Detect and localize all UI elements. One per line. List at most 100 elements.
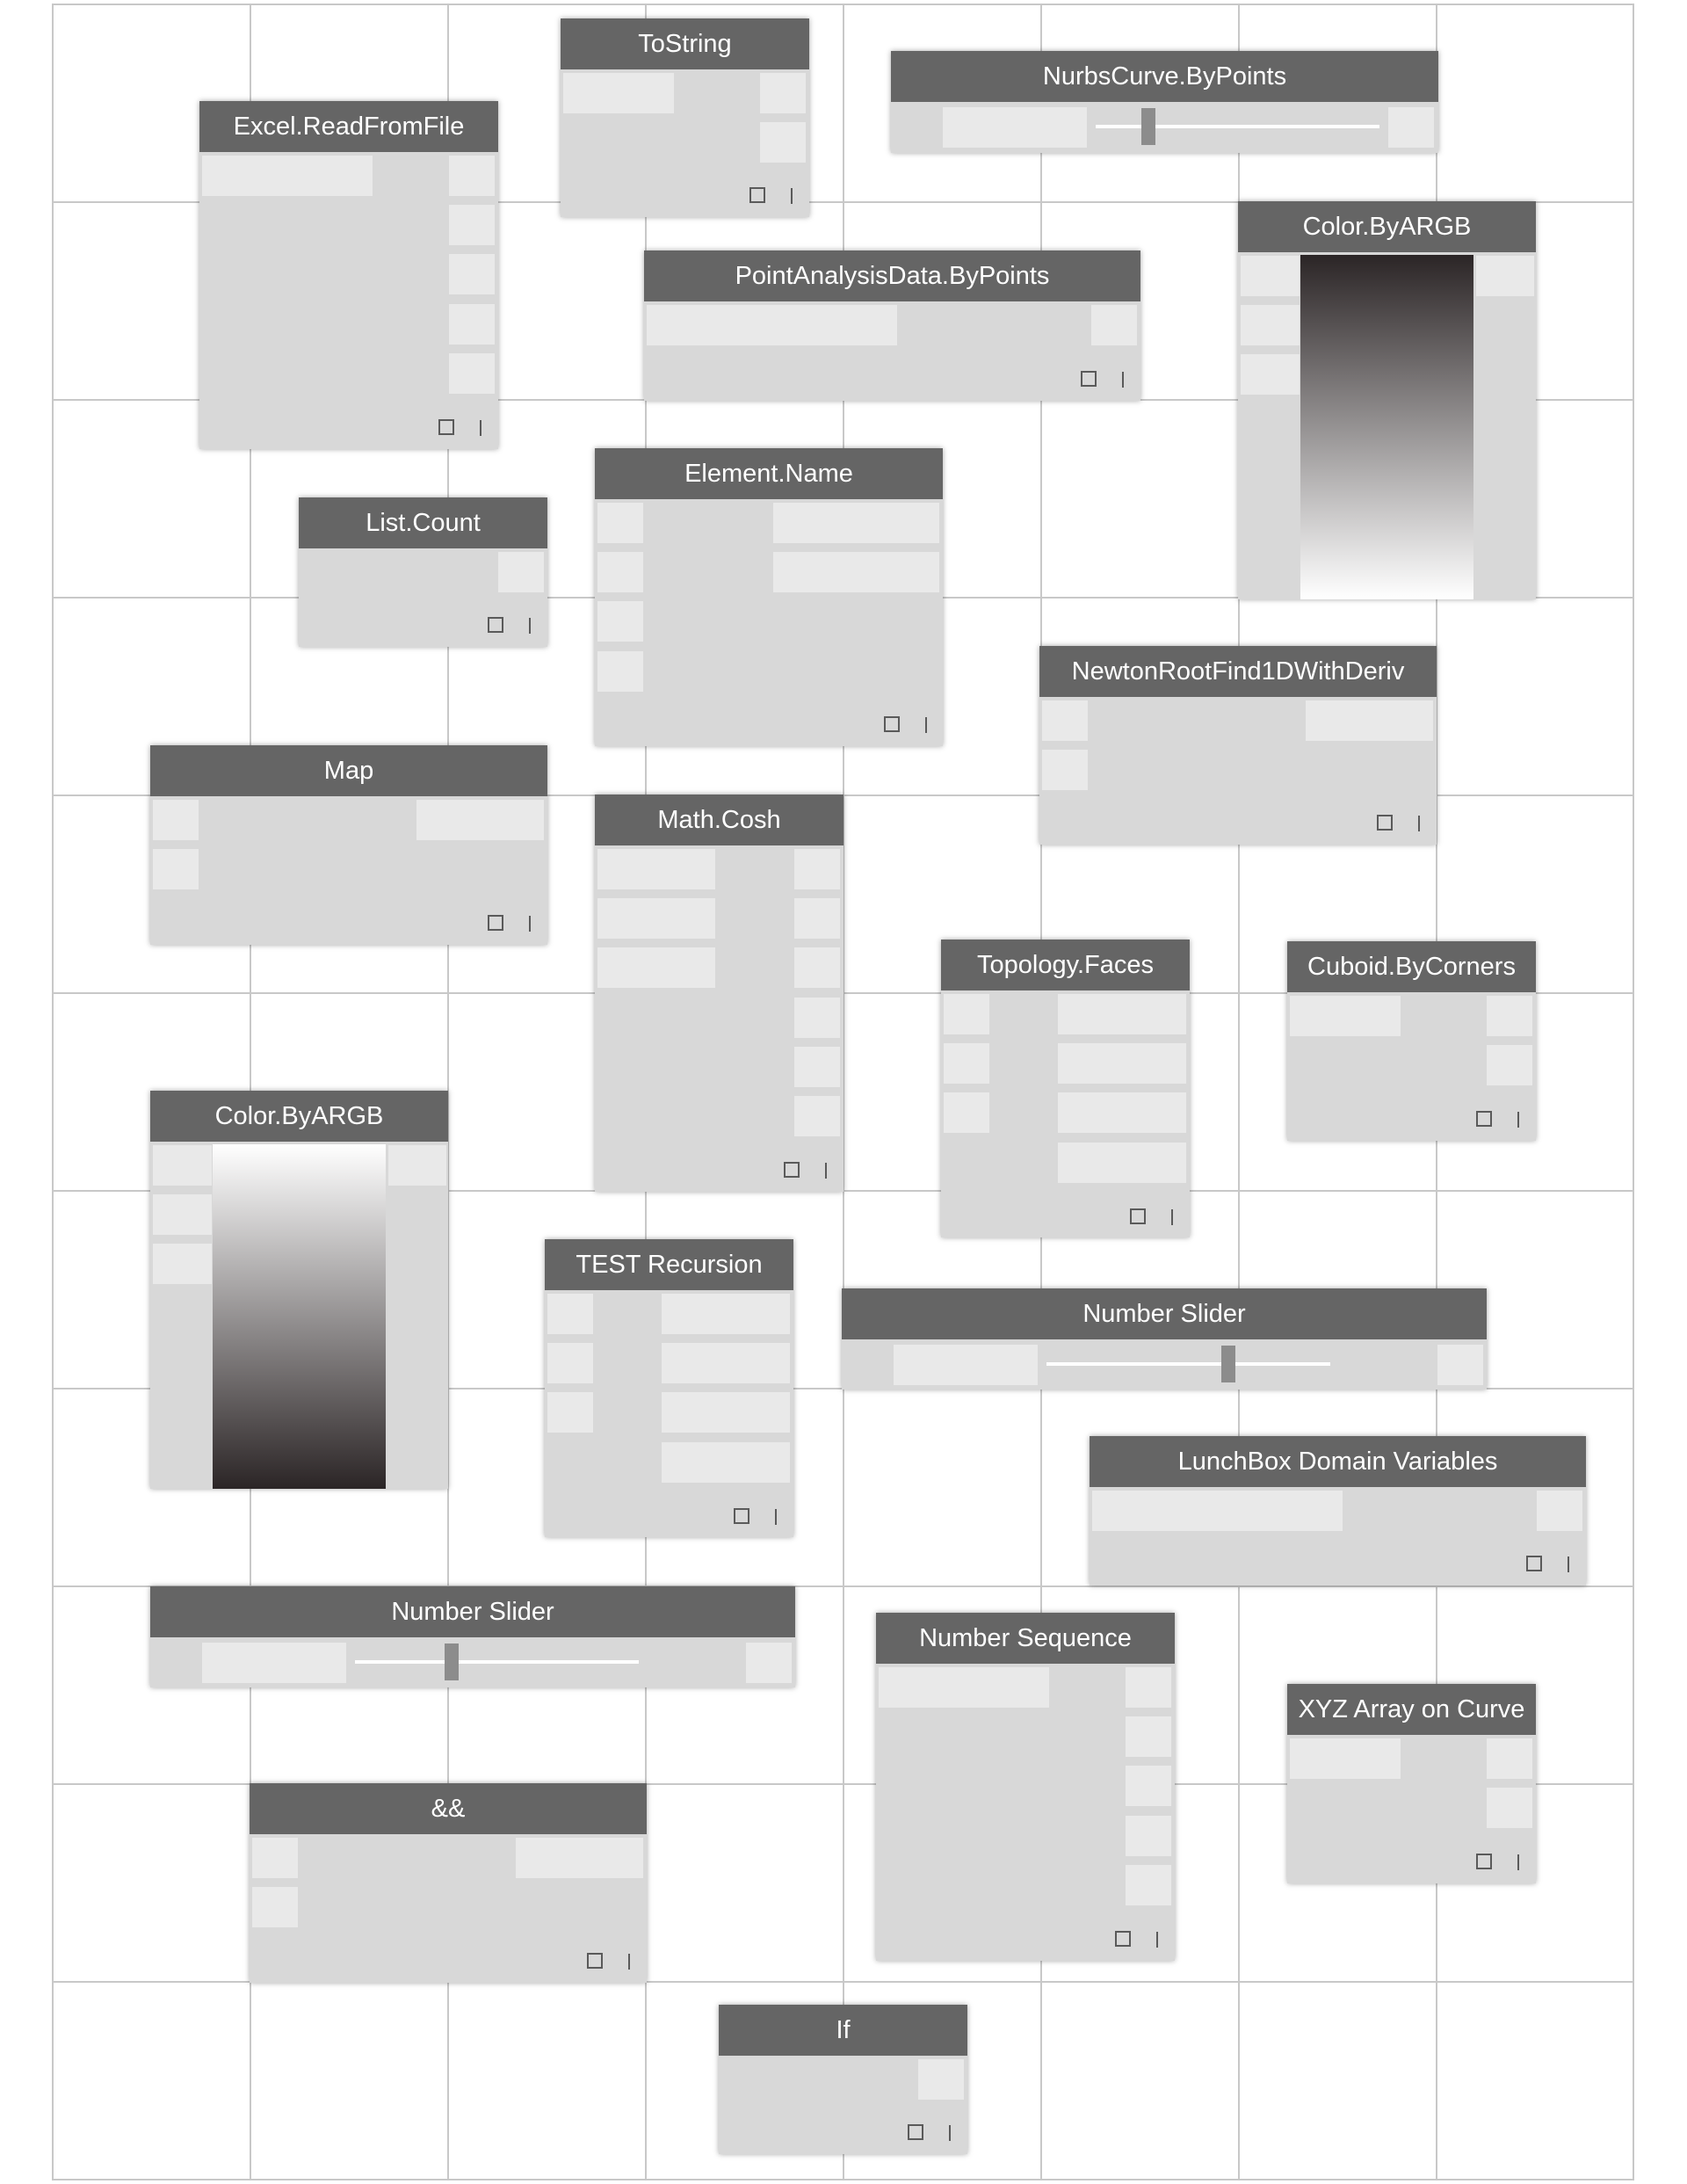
node-title[interactable]: Cuboid.ByCorners [1287,941,1536,992]
output-port[interactable] [760,122,806,163]
output-port[interactable] [498,552,544,592]
output-bar[interactable] [662,1442,790,1483]
input-port[interactable] [547,1392,593,1433]
input-port[interactable] [1241,354,1300,395]
node-number-slider-mid[interactable]: Number Slider [842,1288,1487,1389]
input-port[interactable] [597,651,643,692]
node-nurbscurve-bypoints[interactable]: NurbsCurve.ByPoints [891,51,1438,153]
node-excel-readfromfile[interactable]: Excel.ReadFromFile [199,101,498,449]
node-title[interactable]: Number Sequence [876,1613,1175,1664]
preview-toggle-icon[interactable] [1526,1556,1542,1571]
node-title[interactable]: LunchBox Domain Variables [1090,1436,1586,1487]
node-tostring[interactable]: ToString [561,18,809,217]
node-title[interactable]: ToString [561,18,809,69]
output-port[interactable] [388,1145,446,1186]
output-port[interactable] [1126,1766,1171,1806]
node-map[interactable]: Map [150,745,547,945]
output-port[interactable] [746,1643,792,1683]
input-port[interactable] [153,800,199,840]
input-port[interactable] [153,1145,212,1186]
node-title[interactable]: Topology.Faces [941,940,1190,990]
preview-toggle-icon[interactable] [488,617,503,633]
output-port[interactable] [449,156,495,196]
slider-track[interactable] [1096,125,1379,128]
output-port[interactable] [1487,1788,1532,1828]
input-port[interactable] [597,601,643,642]
output-bar[interactable] [773,552,939,592]
node-title[interactable]: NurbsCurve.ByPoints [891,51,1438,102]
output-port[interactable] [1126,1865,1171,1905]
slider-track[interactable] [355,1660,639,1664]
output-port[interactable] [918,2059,964,2100]
node-lunchbox-domain-variables[interactable]: LunchBox Domain Variables [1090,1436,1586,1585]
node-title[interactable]: PointAnalysisData.ByPoints [644,250,1140,301]
input-port[interactable] [547,1343,593,1383]
node-pointanalysisdata-bypoints[interactable]: PointAnalysisData.ByPoints [644,250,1140,401]
preview-toggle-icon[interactable] [734,1508,749,1524]
preview-toggle-icon[interactable] [587,1953,603,1969]
input-port[interactable] [1241,305,1300,345]
output-bar[interactable] [416,800,544,840]
output-port[interactable] [760,73,806,113]
output-bar[interactable] [1058,1092,1186,1133]
node-color-byargb-left[interactable]: Color.ByARGB [150,1091,448,1489]
node-title[interactable]: Number Slider [842,1288,1487,1339]
node-test-recursion[interactable]: TEST Recursion [545,1239,793,1537]
output-port[interactable] [1437,1345,1483,1385]
preview-toggle-icon[interactable] [1476,1854,1492,1869]
node-newtonrootfind1dwithderiv[interactable]: NewtonRootFind1DWithDeriv [1039,646,1437,845]
node-title[interactable]: XYZ Array on Curve [1287,1684,1536,1735]
input-port[interactable] [1042,750,1088,790]
preview-toggle-icon[interactable] [908,2124,923,2140]
input-port[interactable] [252,1887,298,1927]
output-port[interactable] [1537,1491,1582,1531]
preview-toggle-icon[interactable] [1130,1208,1146,1224]
input-bar[interactable] [597,947,715,988]
node-if[interactable]: If [719,2005,967,2154]
output-port[interactable] [1487,996,1532,1036]
preview-toggle-icon[interactable] [488,915,503,931]
input-port[interactable] [1241,256,1300,296]
input-port[interactable] [944,1043,989,1084]
output-port[interactable] [794,947,840,988]
input-port[interactable] [547,1294,593,1334]
node-title[interactable]: && [250,1783,647,1834]
slider-thumb[interactable] [1141,108,1155,145]
output-bar[interactable] [662,1294,790,1334]
output-port[interactable] [1388,107,1434,148]
preview-toggle-icon[interactable] [749,187,765,203]
node-element-name[interactable]: Element.Name [595,448,943,746]
output-port[interactable] [794,998,840,1038]
node-title[interactable]: Math.Cosh [595,795,844,845]
preview-toggle-icon[interactable] [1115,1931,1131,1947]
output-bar[interactable] [662,1392,790,1433]
slider-track[interactable] [1046,1362,1330,1366]
output-port[interactable] [794,1096,840,1136]
output-bar[interactable] [773,503,939,543]
node-title[interactable]: NewtonRootFind1DWithDeriv [1039,646,1437,697]
input-port[interactable] [153,1244,212,1284]
preview-toggle-icon[interactable] [1377,815,1393,831]
output-bar[interactable] [1058,1043,1186,1084]
node-title[interactable]: List.Count [299,497,547,548]
node-math-cosh[interactable]: Math.Cosh [595,795,844,1192]
preview-toggle-icon[interactable] [438,419,454,435]
output-port[interactable] [1476,256,1534,296]
input-bar[interactable] [597,849,715,889]
node-title[interactable]: Color.ByARGB [1238,201,1536,252]
input-port[interactable] [597,552,643,592]
output-port[interactable] [1091,305,1137,345]
node-cuboid-bycorners[interactable]: Cuboid.ByCorners [1287,941,1536,1141]
output-port[interactable] [449,205,495,245]
output-port[interactable] [794,1047,840,1087]
output-port[interactable] [794,849,840,889]
node-color-byargb-top[interactable]: Color.ByARGB [1238,201,1536,599]
output-port[interactable] [1126,1667,1171,1708]
node-canvas[interactable]: Excel.ReadFromFile ToString NurbsCurve.B… [0,0,1687,2184]
output-bar[interactable] [1306,700,1433,741]
node-title[interactable]: Excel.ReadFromFile [199,101,498,152]
output-port[interactable] [1126,1816,1171,1856]
node-topology-faces[interactable]: Topology.Faces [941,940,1190,1237]
input-port[interactable] [944,994,989,1034]
node-list-count[interactable]: List.Count [299,497,547,647]
